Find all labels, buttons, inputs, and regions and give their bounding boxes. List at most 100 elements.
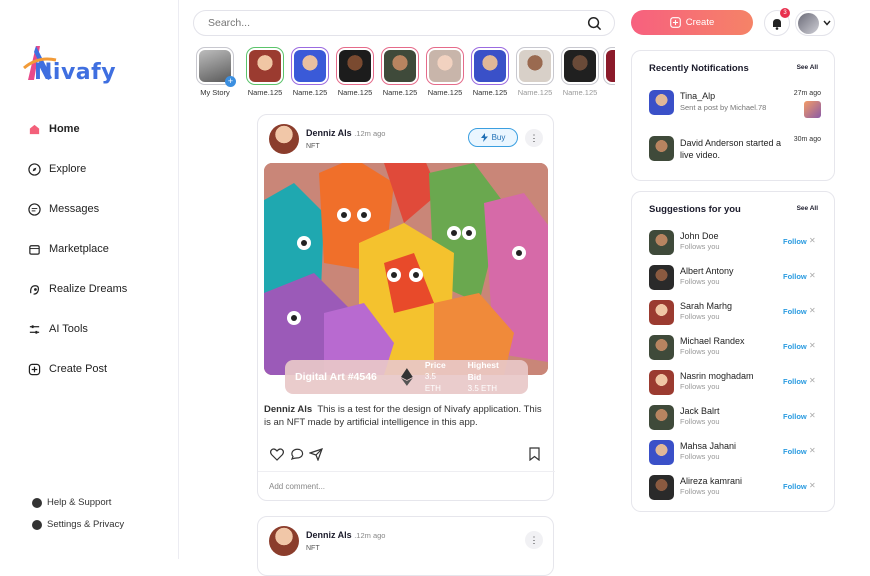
notifications-button[interactable]: 3: [764, 8, 790, 36]
avatar[interactable]: [649, 300, 674, 325]
post-author[interactable]: Denniz Als .12m ago: [306, 128, 385, 138]
notifications-card: Recently Notifications See All Tina_Alp …: [631, 50, 835, 181]
dismiss-icon[interactable]: ✕: [809, 341, 816, 350]
notifications-see-all-link[interactable]: See All: [797, 64, 818, 71]
profile-menu[interactable]: [795, 10, 835, 36]
suggestion-name[interactable]: Jack Balrt: [680, 406, 720, 416]
post-tag: NFT: [306, 545, 320, 552]
caption-author[interactable]: Denniz Als: [264, 404, 312, 415]
suggestion-name[interactable]: Sarah Marhg: [680, 301, 732, 311]
avatar[interactable]: [649, 265, 674, 290]
suggestion-item: Nasrin moghadam Follows you Follow ✕: [649, 370, 825, 400]
dismiss-icon[interactable]: ✕: [809, 481, 816, 490]
suggestion-name[interactable]: Michael Randex: [680, 336, 745, 346]
suggestion-item: Alireza kamrani Follows you Follow ✕: [649, 475, 825, 505]
suggestion-name[interactable]: Albert Antony: [680, 266, 734, 276]
suggestion-name[interactable]: Alireza kamrani: [680, 476, 742, 486]
story-thumbnail: [606, 50, 615, 82]
buy-button[interactable]: Buy: [468, 128, 518, 147]
bid-label: Highest Bid: [467, 360, 499, 382]
more-options-icon[interactable]: ⋮: [525, 129, 543, 147]
story-item[interactable]: Name.125: [333, 47, 377, 97]
post-card: Denniz Als .12m ago NFT Buy ⋮ Digital Ar…: [257, 114, 555, 501]
suggestion-name[interactable]: Nasrin moghadam: [680, 371, 754, 381]
avatar[interactable]: [269, 124, 299, 154]
avatar[interactable]: [649, 405, 674, 430]
create-button[interactable]: Create: [631, 10, 753, 35]
follow-button[interactable]: Follow: [783, 377, 807, 386]
lightning-icon: [480, 133, 488, 142]
story-item[interactable]: Name.125: [468, 47, 512, 97]
dismiss-icon[interactable]: ✕: [809, 376, 816, 385]
notification-item[interactable]: David Anderson started a live video. 30m…: [649, 136, 825, 166]
create-button-label: Create: [685, 17, 715, 28]
add-story-icon: +: [225, 76, 236, 87]
avatar[interactable]: [269, 526, 299, 556]
story-item[interactable]: Name.125: [288, 47, 332, 97]
follow-button[interactable]: Follow: [783, 482, 807, 491]
dismiss-icon[interactable]: ✕: [809, 446, 816, 455]
avatar[interactable]: [649, 335, 674, 360]
sidebar-item-realize-dreams[interactable]: Realize Dreams: [27, 278, 127, 300]
suggestion-name[interactable]: Mahsa Jahani: [680, 441, 736, 451]
bookmark-icon[interactable]: [529, 447, 540, 461]
price-value: 3.5 ETH: [424, 372, 441, 393]
avatar[interactable]: [649, 440, 674, 465]
search-bar[interactable]: [193, 10, 615, 36]
suggestion-name[interactable]: John Doe: [680, 231, 719, 241]
avatar[interactable]: [649, 230, 674, 255]
chat-icon: [27, 202, 41, 216]
avatar[interactable]: [649, 475, 674, 500]
search-input[interactable]: [208, 17, 568, 29]
follow-button[interactable]: Follow: [783, 342, 807, 351]
notification-badge: 3: [780, 8, 790, 18]
heart-icon[interactable]: [270, 448, 284, 461]
post-author[interactable]: Denniz Als .12m ago: [306, 530, 385, 540]
story-label: Name.125: [247, 88, 283, 97]
story-thumbnail: [564, 50, 596, 82]
sidebar-item-create-post[interactable]: Create Post: [27, 358, 107, 380]
sidebar-item-explore[interactable]: Explore: [27, 158, 86, 180]
post-caption: Denniz Als This is a test for the design…: [264, 403, 548, 429]
story-item[interactable]: [603, 47, 615, 85]
dismiss-icon[interactable]: ✕: [809, 236, 816, 245]
follow-button[interactable]: Follow: [783, 412, 807, 421]
suggestion-subtitle: Follows you: [680, 487, 720, 496]
notification-time: 30m ago: [793, 136, 821, 143]
follow-button[interactable]: Follow: [783, 237, 807, 246]
story-item[interactable]: Name.125: [558, 47, 602, 97]
sidebar-item-marketplace[interactable]: Marketplace: [27, 238, 109, 260]
sidebar-item-messages[interactable]: Messages: [27, 198, 99, 220]
story-thumbnail: [474, 50, 506, 82]
avatar[interactable]: [649, 370, 674, 395]
follow-button[interactable]: Follow: [783, 447, 807, 456]
settings-privacy-link[interactable]: Settings & Privacy: [32, 519, 124, 530]
sidebar-item-home[interactable]: Home: [27, 118, 80, 140]
comment-icon[interactable]: [290, 448, 304, 461]
follow-button[interactable]: Follow: [783, 272, 807, 281]
story-item[interactable]: + My Story: [193, 47, 237, 97]
dismiss-icon[interactable]: ✕: [809, 411, 816, 420]
story-thumbnail: [384, 50, 416, 82]
story-label: Name.125: [382, 88, 418, 97]
search-icon[interactable]: [587, 16, 602, 31]
owls-artwork-image: [264, 163, 548, 375]
story-item[interactable]: Name.125: [243, 47, 287, 97]
share-icon[interactable]: [309, 448, 323, 461]
sidebar-item-ai-tools[interactable]: AI Tools: [27, 318, 88, 340]
dismiss-icon[interactable]: ✕: [809, 271, 816, 280]
notification-item[interactable]: Tina_Alp Sent a post by Michael.78 27m a…: [649, 90, 825, 120]
suggestions-see-all-link[interactable]: See All: [797, 205, 818, 212]
nft-artwork[interactable]: [264, 163, 548, 375]
dismiss-icon[interactable]: ✕: [809, 306, 816, 315]
story-item[interactable]: Name.125: [378, 47, 422, 97]
help-support-link[interactable]: Help & Support: [32, 497, 111, 508]
story-item[interactable]: Name.125: [513, 47, 557, 97]
story-thumbnail: [249, 50, 281, 82]
more-options-icon[interactable]: ⋮: [525, 531, 543, 549]
follow-button[interactable]: Follow: [783, 307, 807, 316]
story-item[interactable]: Name.125: [423, 47, 467, 97]
comment-input[interactable]: Add comment...: [258, 471, 555, 501]
notification-thumbnail: [804, 101, 821, 118]
suggestion-item: Albert Antony Follows you Follow ✕: [649, 265, 825, 295]
